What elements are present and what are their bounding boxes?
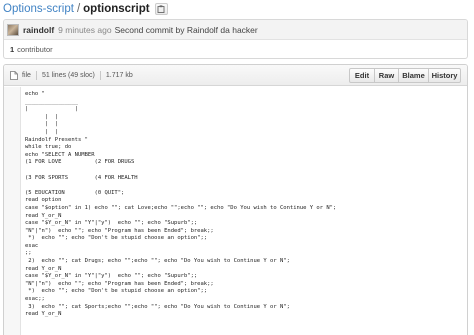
code-line: (1 FOR LOVE (2 FOR DRUGS — [25, 159, 135, 166]
code-line: esac;; — [25, 296, 45, 303]
commit-meta: raindolf 9 minutes ago Second commit by … — [4, 20, 467, 40]
code-line: read Y_or_N — [25, 212, 62, 219]
commit-message[interactable]: Second commit by Raindolf da hacker — [115, 25, 258, 35]
code-line: case "$Y_or_N" in "Y"|"y") echo ""; echo… — [25, 220, 198, 227]
avatar[interactable] — [7, 23, 19, 36]
file-name: optionscript — [83, 3, 150, 15]
clipboard-icon — [157, 5, 165, 13]
code-line: (3 FOR SPORTS (4 FOR HEALTH — [25, 174, 138, 181]
code-line: case "$option" in 1) echo ""; cat Love;e… — [25, 204, 337, 211]
repo-link[interactable]: Options-script — [3, 3, 74, 15]
code-line: | | — [25, 121, 59, 128]
code-line: echo " — [25, 91, 45, 97]
code-lines: echo " ________________ | | | | | | | | Rai… — [25, 91, 336, 319]
code-line: "N"|"n") echo ""; echo "Program has been… — [25, 280, 214, 287]
code-line: Raindolf Presents " — [25, 136, 88, 143]
code-line: (5 EDUCATION (0 QUIT"; — [25, 189, 125, 196]
divider — [99, 70, 101, 80]
code-line: 3) echo ""; cat Sports;echo "";echo ""; … — [25, 303, 290, 310]
raw-button[interactable]: Raw — [374, 68, 399, 83]
code-line: read Y_or_N — [25, 265, 62, 272]
edit-button[interactable]: Edit — [349, 68, 375, 83]
file-box: file 51 lines (49 sloc) 1.717 kb Edit Ra… — [3, 64, 468, 335]
breadcrumb-separator: / — [76, 3, 81, 15]
file-actions: Edit Raw Blame History — [349, 68, 461, 83]
commit-box: raindolf 9 minutes ago Second commit by … — [3, 19, 468, 59]
blame-button[interactable]: Blame — [398, 68, 429, 83]
line-number-gutter — [4, 87, 21, 335]
file-icon — [10, 70, 18, 80]
breadcrumb: Options-script / optionscript — [3, 1, 168, 17]
code-line: read option — [25, 197, 62, 204]
copy-path-button[interactable] — [154, 3, 168, 15]
history-button[interactable]: History — [428, 68, 461, 83]
divider — [35, 70, 37, 80]
code-line: *) echo ""; echo "Don't be stupid choose… — [25, 235, 208, 242]
code-line: esac — [25, 242, 39, 249]
code-line: echo "SELECT A NUMBER — [25, 151, 95, 158]
commit-author[interactable]: raindolf — [23, 25, 54, 35]
code-line: ________________ — [25, 98, 78, 105]
file-size: 1.717 kb — [105, 71, 133, 79]
contributors-count: 1 — [10, 45, 15, 54]
file-type: file — [22, 71, 31, 79]
contributors-label[interactable]: contributor — [17, 45, 52, 54]
code-line: | | — [25, 113, 59, 120]
code-line: *) echo ""; echo "Don't be stupid choose… — [25, 288, 208, 295]
commit-time: 9 minutes ago — [58, 24, 112, 35]
contributors-row: 1 contributor — [4, 40, 467, 58]
code-line: | | — [25, 106, 78, 113]
code-line: case "$Y_or_N" in "Y"|"y") echo ""; echo… — [25, 273, 198, 280]
code-line: read Y_or_N — [25, 311, 62, 318]
code-line: "N"|"n") echo ""; echo "Program has been… — [25, 227, 214, 234]
file-header: file 51 lines (49 sloc) 1.717 kb Edit Ra… — [4, 65, 467, 86]
code-line: 2) echo ""; cat Drugs; echo "";echo ""; … — [25, 258, 290, 265]
code-view[interactable]: echo " ________________ | | | | | | | | Rai… — [4, 87, 467, 335]
line-count: 51 lines (49 sloc) — [41, 71, 95, 79]
code-line: while true; do — [25, 144, 72, 151]
code-line: | | — [25, 128, 59, 135]
code-line: ;; — [25, 250, 32, 257]
